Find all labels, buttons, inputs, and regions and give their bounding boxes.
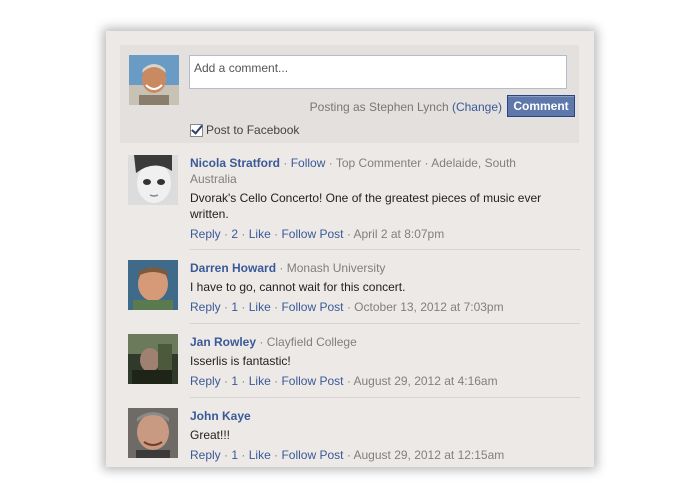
comment-header: John Kaye	[190, 408, 560, 424]
reply-link[interactable]: Reply	[190, 448, 221, 462]
separator: ·	[279, 261, 287, 275]
comment-timestamp[interactable]: October 13, 2012 at 7:03pm	[354, 300, 503, 314]
comment-timestamp[interactable]: April 2 at 8:07pm	[354, 227, 445, 241]
commenter-affiliation: Clayfield College	[266, 335, 357, 349]
comment-divider	[190, 249, 580, 250]
comment-actions: Reply · 1 · Like · Follow Post · August …	[190, 373, 560, 389]
post-to-facebook-checkbox[interactable]	[190, 123, 203, 137]
comment-divider	[190, 397, 580, 398]
comment-header: Nicola Stratford · Follow · Top Commente…	[190, 155, 560, 187]
comment-button[interactable]: Comment	[507, 95, 575, 117]
comment-text: I have to go, cannot wait for this conce…	[190, 280, 406, 294]
separator: ·	[241, 374, 249, 388]
separator: ·	[346, 227, 354, 241]
comment-body: John Kaye Great!!! Reply · 1 · Like · Fo…	[190, 408, 560, 463]
like-link[interactable]: Like	[249, 227, 271, 241]
comment-header: Jan Rowley · Clayfield College	[190, 334, 560, 350]
like-link[interactable]: Like	[249, 448, 271, 462]
current-user-avatar	[129, 55, 179, 105]
separator: ·	[346, 374, 354, 388]
comments-plugin: Add a comment... Posting as Stephen Lync…	[106, 31, 594, 467]
comment-actions: Reply · 1 · Like · Follow Post · October…	[190, 299, 560, 315]
comment-timestamp[interactable]: August 29, 2012 at 12:15am	[354, 448, 505, 462]
follow-post-link[interactable]: Follow Post	[281, 448, 343, 462]
commenter-name[interactable]: John Kaye	[190, 409, 251, 423]
like-link[interactable]: Like	[249, 300, 271, 314]
comment-text: Dvorak's Cello Concerto! One of the grea…	[190, 191, 542, 221]
comment-actions: Reply · 2 · Like · Follow Post · April 2…	[190, 226, 560, 242]
commenter-avatar[interactable]	[128, 408, 178, 458]
commenter-avatar[interactable]	[128, 334, 178, 384]
commenter-name[interactable]: Nicola Stratford	[190, 156, 280, 170]
post-to-facebook-label: Post to Facebook	[206, 123, 300, 137]
posting-as-text: Posting as Stephen Lynch	[309, 100, 449, 114]
separator: ·	[283, 156, 291, 170]
post-to-facebook-option[interactable]: Post to Facebook	[190, 123, 299, 137]
comment-text: Isserlis is fantastic!	[190, 354, 291, 368]
comment-body: Jan Rowley · Clayfield College Isserlis …	[190, 334, 560, 389]
reply-link[interactable]: Reply	[190, 227, 221, 241]
comment-header: Darren Howard · Monash University	[190, 260, 560, 276]
comment-text: Great!!!	[190, 428, 231, 442]
change-account-link[interactable]: (Change)	[452, 100, 502, 114]
like-count[interactable]: 1	[231, 374, 238, 388]
reply-link[interactable]: Reply	[190, 300, 221, 314]
comment-composer: Add a comment... Posting as Stephen Lync…	[120, 45, 579, 143]
comment-actions: Reply · 1 · Like · Follow Post · August …	[190, 447, 560, 463]
reply-link[interactable]: Reply	[190, 374, 221, 388]
commenter-avatar[interactable]	[128, 155, 178, 205]
follow-link[interactable]: Follow	[291, 156, 326, 170]
like-count[interactable]: 1	[231, 300, 238, 314]
comment-divider	[190, 323, 580, 324]
like-count[interactable]: 2	[231, 227, 238, 241]
commenter-affiliation: Monash University	[286, 261, 386, 275]
commenter-name[interactable]: Darren Howard	[190, 261, 276, 275]
commenter-name[interactable]: Jan Rowley	[190, 335, 256, 349]
separator: ·	[241, 227, 249, 241]
separator: ·	[328, 156, 336, 170]
commenter-avatar[interactable]	[128, 260, 178, 310]
separator: ·	[259, 335, 267, 349]
separator: ·	[346, 448, 354, 462]
comment-body: Darren Howard · Monash University I have…	[190, 260, 560, 315]
follow-post-link[interactable]: Follow Post	[281, 227, 343, 241]
comment-input[interactable]: Add a comment...	[189, 55, 567, 89]
like-count[interactable]: 1	[231, 448, 238, 462]
comment-body: Nicola Stratford · Follow · Top Commente…	[190, 155, 560, 242]
follow-post-link[interactable]: Follow Post	[281, 374, 343, 388]
separator: ·	[241, 448, 249, 462]
comment-timestamp[interactable]: August 29, 2012 at 4:16am	[354, 374, 498, 388]
posting-as-label: Posting as Stephen Lynch (Change)	[310, 100, 502, 114]
like-link[interactable]: Like	[249, 374, 271, 388]
follow-post-link[interactable]: Follow Post	[281, 300, 343, 314]
separator: ·	[241, 300, 249, 314]
